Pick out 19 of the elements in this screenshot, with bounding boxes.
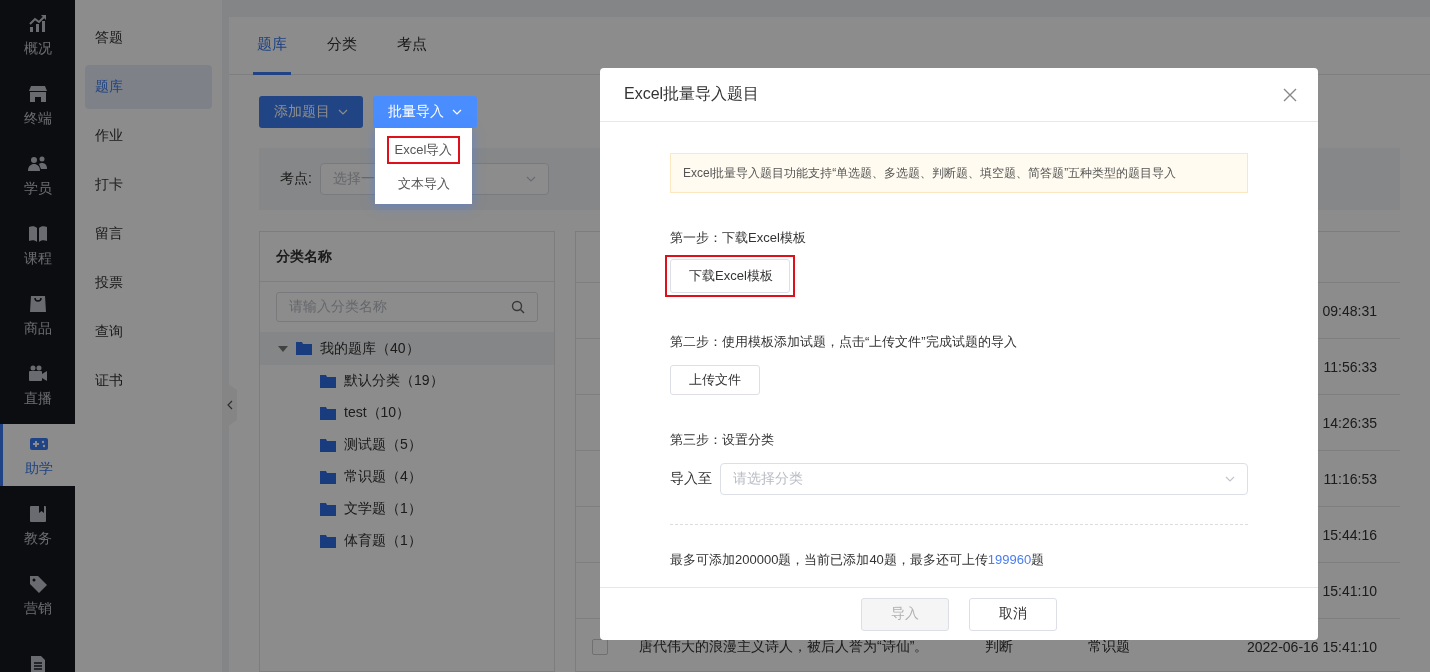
step-label: 第一步：下载Excel模板: [670, 229, 807, 247]
table-cell: 判断: [985, 637, 1013, 654]
field-label: 导入至: [670, 470, 712, 488]
table-cell: 11:16:53: [1323, 470, 1377, 487]
table-cell: 15:44:16: [1322, 526, 1377, 543]
panel-header: 分类名称: [260, 232, 554, 282]
table-cell: 2022-06-16 15:41:10: [1247, 638, 1377, 655]
table-cell: 常识题: [1088, 637, 1130, 654]
step-label: 第三步：设置分类: [670, 431, 775, 449]
table-cell: 14:26:35: [1322, 414, 1377, 431]
quota-text: 最多可添加200000题，当前已添加40题，最多还可上传199960题: [670, 551, 1046, 569]
table-cell: 15:41:10: [1322, 582, 1377, 599]
table-cell: 09:48:31: [1322, 302, 1377, 319]
table-cell: 唐代伟大的浪漫主义诗人，被后人誉为“诗仙”。: [639, 637, 929, 654]
table-cell: 11:56:33: [1323, 358, 1377, 375]
dialog-title: Excel批量导入题目: [624, 84, 760, 104]
notice-banner: Excel批量导入题目功能支持“单选题、多选题、判断题、填空题、简答题”五种类型的题目导入: [670, 153, 1248, 193]
filter-label: 考点:: [280, 170, 312, 188]
step-label: 第二步：使用模板添加试题，点击“上传文件”完成试题的导入: [670, 333, 1018, 351]
